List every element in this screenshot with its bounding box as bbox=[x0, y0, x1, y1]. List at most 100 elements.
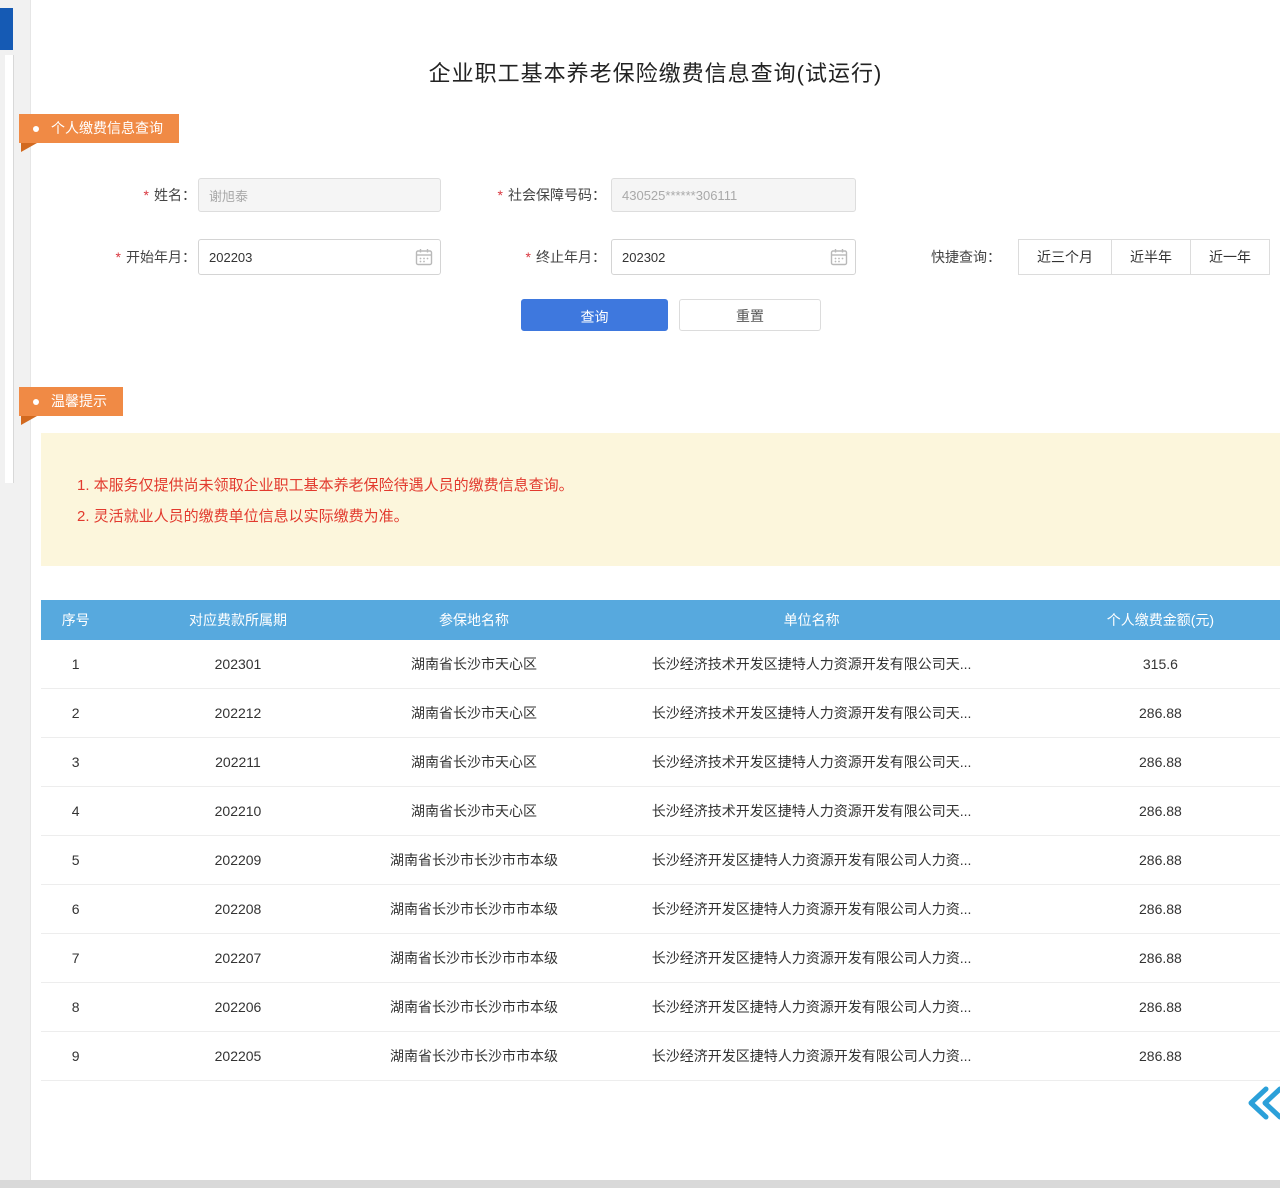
cell-seq: 8 bbox=[41, 983, 110, 1032]
pension-query-page: { "page": { "title": "企业职工基本养老保险缴费信息查询(试… bbox=[0, 0, 1280, 1188]
cell-amount: 286.88 bbox=[1041, 1032, 1280, 1081]
cell-period: 202205 bbox=[110, 1032, 365, 1081]
cell-area: 湖南省长沙市天心区 bbox=[366, 689, 583, 738]
cell-seq: 5 bbox=[41, 836, 110, 885]
name-input bbox=[198, 178, 441, 212]
table-row: 5 202209 湖南省长沙市长沙市市本级 长沙经济开发区捷特人力资源开发有限公… bbox=[41, 836, 1280, 885]
cell-area: 湖南省长沙市长沙市市本级 bbox=[366, 983, 583, 1032]
cell-company: 长沙经济技术开发区捷特人力资源开发有限公司天... bbox=[582, 640, 1040, 689]
start-month-field bbox=[198, 239, 441, 275]
ssn-label: *社会保障号码： bbox=[456, 178, 606, 212]
cell-seq: 3 bbox=[41, 738, 110, 787]
cell-period: 202209 bbox=[110, 836, 365, 885]
header-area: 参保地名称 bbox=[366, 600, 583, 640]
table-row: 8 202206 湖南省长沙市长沙市市本级 长沙经济开发区捷特人力资源开发有限公… bbox=[41, 983, 1280, 1032]
cell-area: 湖南省长沙市天心区 bbox=[366, 787, 583, 836]
notice-box: 1. 本服务仅提供尚未领取企业职工基本养老保险待遇人员的缴费信息查询。 2. 灵… bbox=[41, 433, 1280, 566]
end-month-label: *终止年月： bbox=[491, 239, 606, 273]
sidebar-accent-block bbox=[0, 8, 13, 50]
calendar-icon[interactable] bbox=[415, 248, 433, 266]
tips-section-badge: 温馨提示 bbox=[19, 387, 123, 416]
cell-seq: 7 bbox=[41, 934, 110, 983]
quick-query-group: 近三个月 近半年 近一年 bbox=[1018, 239, 1270, 275]
bullet-icon bbox=[33, 126, 39, 132]
cell-amount: 286.88 bbox=[1041, 689, 1280, 738]
name-label: *姓名： bbox=[86, 178, 196, 212]
cell-seq: 9 bbox=[41, 1032, 110, 1081]
notice-line: 2. 灵活就业人员的缴费单位信息以实际缴费为准。 bbox=[77, 504, 1260, 529]
cell-seq: 4 bbox=[41, 787, 110, 836]
cell-area: 湖南省长沙市长沙市市本级 bbox=[366, 885, 583, 934]
cell-company: 长沙经济技术开发区捷特人力资源开发有限公司天... bbox=[582, 689, 1040, 738]
cell-amount: 286.88 bbox=[1041, 885, 1280, 934]
personal-query-badge-label: 个人缴费信息查询 bbox=[51, 114, 163, 143]
end-month-field bbox=[611, 239, 856, 275]
cell-amount: 286.88 bbox=[1041, 983, 1280, 1032]
cell-area: 湖南省长沙市长沙市市本级 bbox=[366, 934, 583, 983]
cell-period: 202301 bbox=[110, 640, 365, 689]
cell-amount: 286.88 bbox=[1041, 836, 1280, 885]
table-row: 6 202208 湖南省长沙市长沙市市本级 长沙经济开发区捷特人力资源开发有限公… bbox=[41, 885, 1280, 934]
page-title: 企业职工基本养老保险缴费信息查询(试运行) bbox=[31, 56, 1280, 88]
cell-seq: 6 bbox=[41, 885, 110, 934]
required-mark: * bbox=[526, 249, 531, 265]
start-month-label: *开始年月： bbox=[76, 239, 196, 273]
cell-company: 长沙经济开发区捷特人力资源开发有限公司人力资... bbox=[582, 983, 1040, 1032]
calendar-icon[interactable] bbox=[830, 248, 848, 266]
required-mark: * bbox=[498, 187, 503, 203]
cell-company: 长沙经济技术开发区捷特人力资源开发有限公司天... bbox=[582, 787, 1040, 836]
query-button[interactable]: 查询 bbox=[521, 299, 668, 331]
bullet-icon bbox=[33, 399, 39, 405]
end-month-input[interactable] bbox=[611, 239, 856, 275]
required-mark: * bbox=[116, 249, 121, 265]
cell-area: 湖南省长沙市长沙市市本级 bbox=[366, 836, 583, 885]
personal-query-section-badge: 个人缴费信息查询 bbox=[19, 114, 179, 143]
cell-area: 湖南省长沙市天心区 bbox=[366, 640, 583, 689]
cell-area: 湖南省长沙市长沙市市本级 bbox=[366, 1032, 583, 1081]
cell-period: 202207 bbox=[110, 934, 365, 983]
start-month-input[interactable] bbox=[198, 239, 441, 275]
cell-company: 长沙经济开发区捷特人力资源开发有限公司人力资... bbox=[582, 885, 1040, 934]
cell-period: 202210 bbox=[110, 787, 365, 836]
header-amount: 个人缴费金额(元) bbox=[1041, 600, 1280, 640]
cell-seq: 2 bbox=[41, 689, 110, 738]
cell-period: 202212 bbox=[110, 689, 365, 738]
table-row: 2 202212 湖南省长沙市天心区 长沙经济技术开发区捷特人力资源开发有限公司… bbox=[41, 689, 1280, 738]
quick-1year-button[interactable]: 近一年 bbox=[1190, 239, 1270, 275]
cell-company: 长沙经济技术开发区捷特人力资源开发有限公司天... bbox=[582, 738, 1040, 787]
cell-company: 长沙经济开发区捷特人力资源开发有限公司人力资... bbox=[582, 934, 1040, 983]
table-row: 3 202211 湖南省长沙市天心区 长沙经济技术开发区捷特人力资源开发有限公司… bbox=[41, 738, 1280, 787]
quick-query-label: 快捷查询： bbox=[931, 239, 1001, 275]
cell-amount: 286.88 bbox=[1041, 934, 1280, 983]
quick-halfyear-button[interactable]: 近半年 bbox=[1111, 239, 1191, 275]
quick-3months-button[interactable]: 近三个月 bbox=[1018, 239, 1112, 275]
required-mark: * bbox=[144, 187, 149, 203]
table-row: 7 202207 湖南省长沙市长沙市市本级 长沙经济开发区捷特人力资源开发有限公… bbox=[41, 934, 1280, 983]
table-row: 9 202205 湖南省长沙市长沙市市本级 长沙经济开发区捷特人力资源开发有限公… bbox=[41, 1032, 1280, 1081]
payment-table: 序号 对应费款所属期 参保地名称 单位名称 个人缴费金额(元) 1 202301… bbox=[41, 600, 1280, 1081]
cell-area: 湖南省长沙市天心区 bbox=[366, 738, 583, 787]
table-row: 1 202301 湖南省长沙市天心区 长沙经济技术开发区捷特人力资源开发有限公司… bbox=[41, 640, 1280, 689]
table-row: 4 202210 湖南省长沙市天心区 长沙经济技术开发区捷特人力资源开发有限公司… bbox=[41, 787, 1280, 836]
cell-amount: 286.88 bbox=[1041, 787, 1280, 836]
notice-line: 1. 本服务仅提供尚未领取企业职工基本养老保险待遇人员的缴费信息查询。 bbox=[77, 473, 1260, 498]
table-header-row: 序号 对应费款所属期 参保地名称 单位名称 个人缴费金额(元) bbox=[41, 600, 1280, 640]
reset-button[interactable]: 重置 bbox=[679, 299, 821, 331]
cell-amount: 286.88 bbox=[1041, 738, 1280, 787]
bottom-edge-bar bbox=[0, 1180, 1280, 1188]
table-body: 1 202301 湖南省长沙市天心区 长沙经济技术开发区捷特人力资源开发有限公司… bbox=[41, 640, 1280, 1081]
cell-period: 202208 bbox=[110, 885, 365, 934]
collapse-double-chevron-icon[interactable] bbox=[1246, 1085, 1280, 1121]
cell-period: 202211 bbox=[110, 738, 365, 787]
header-seq: 序号 bbox=[41, 600, 110, 640]
collapsed-panel-edge bbox=[5, 55, 14, 483]
header-company: 单位名称 bbox=[582, 600, 1040, 640]
cell-company: 长沙经济开发区捷特人力资源开发有限公司人力资... bbox=[582, 1032, 1040, 1081]
cell-period: 202206 bbox=[110, 983, 365, 1032]
header-period: 对应费款所属期 bbox=[110, 600, 365, 640]
ssn-input bbox=[611, 178, 856, 212]
content-card: 企业职工基本养老保险缴费信息查询(试运行) 个人缴费信息查询 *姓名： *社会保… bbox=[30, 0, 1280, 1180]
cell-seq: 1 bbox=[41, 640, 110, 689]
tips-badge-label: 温馨提示 bbox=[51, 387, 107, 416]
cell-amount: 315.6 bbox=[1041, 640, 1280, 689]
